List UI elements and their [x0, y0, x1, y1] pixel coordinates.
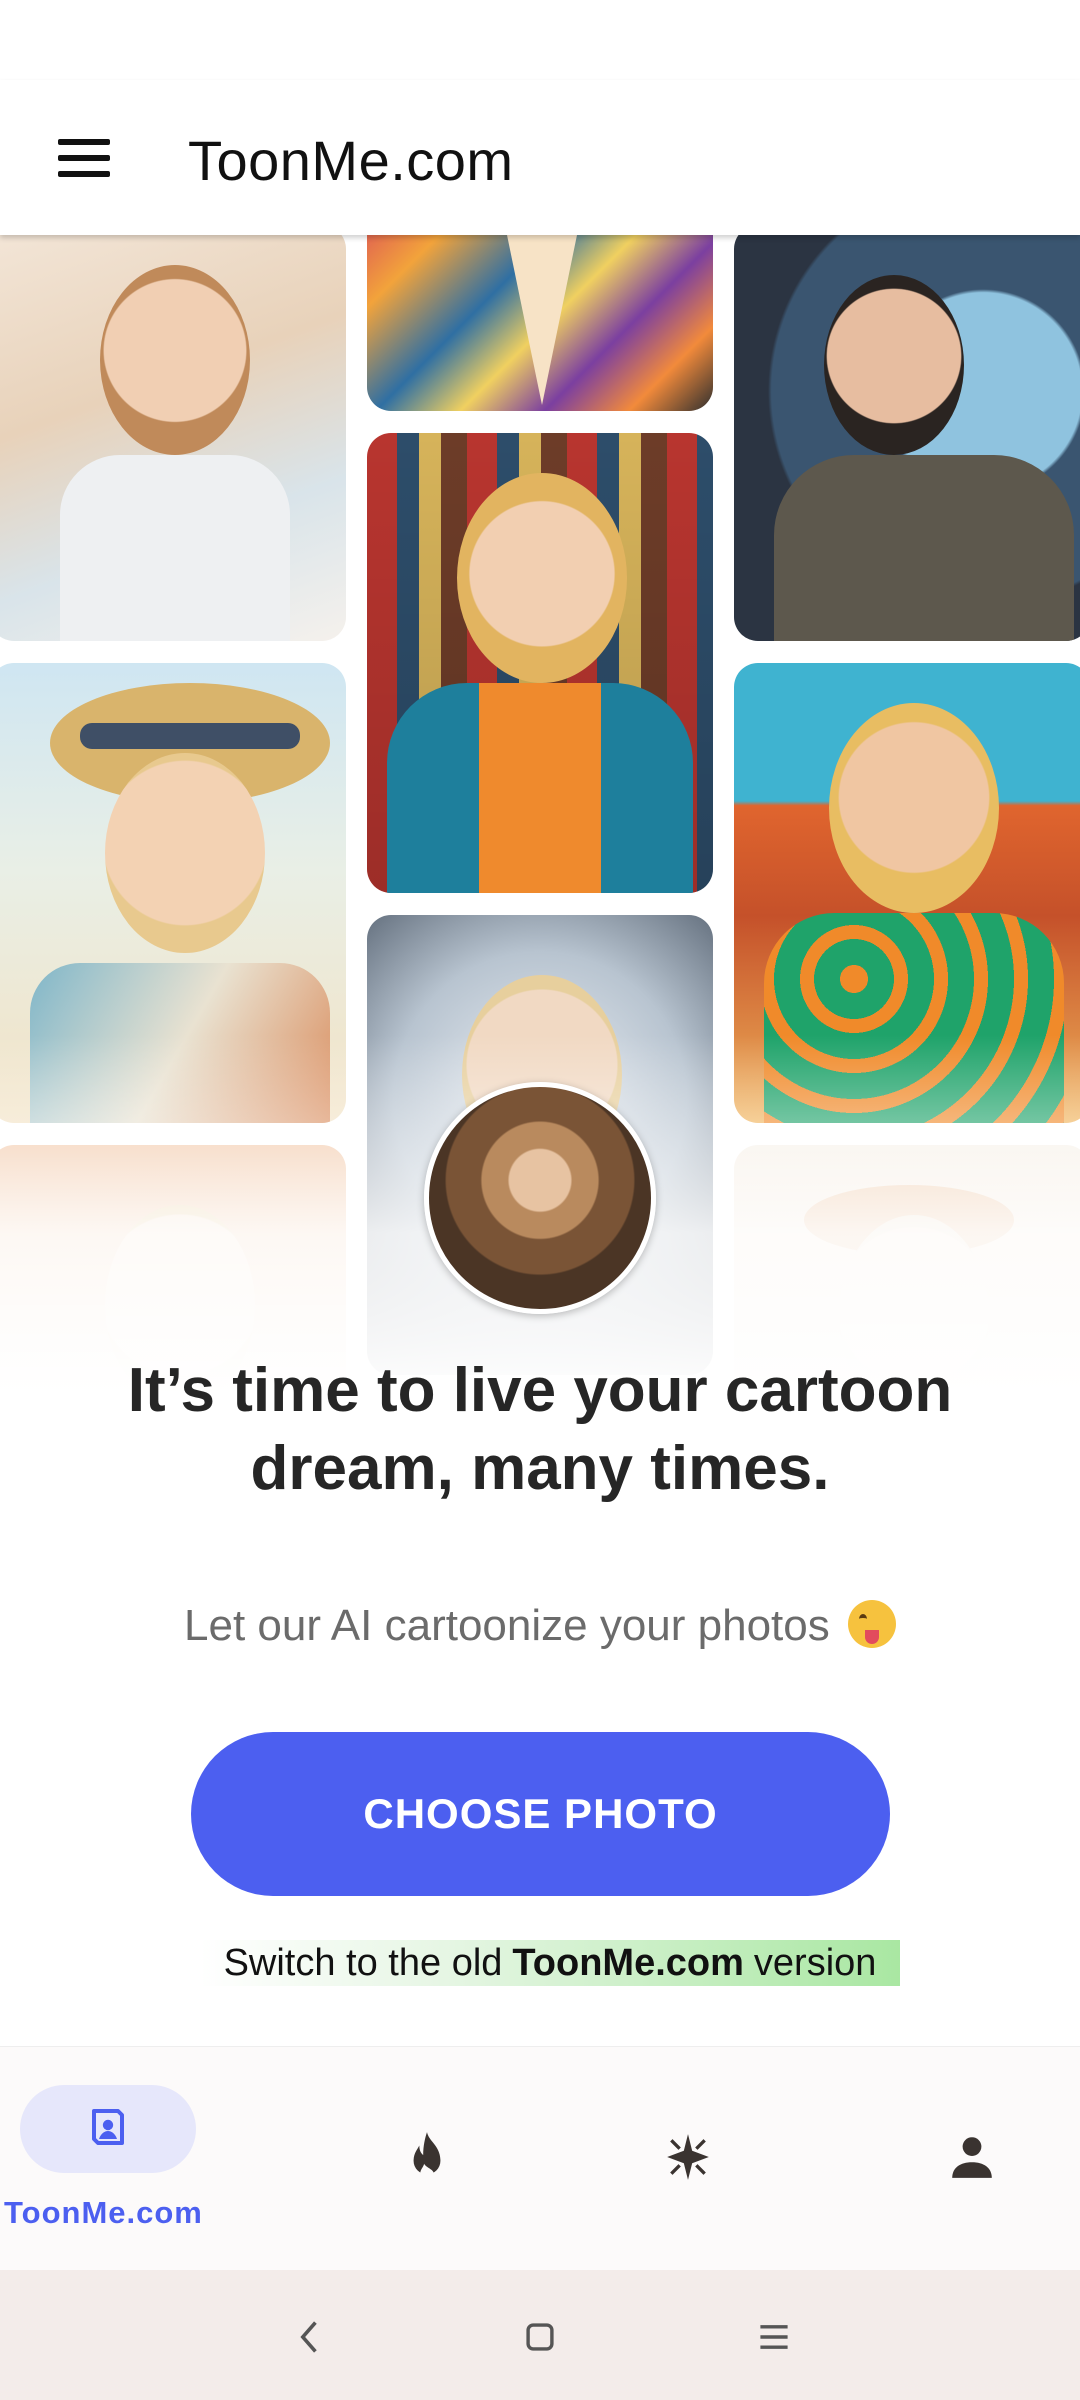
gallery-image-bookshelf-blonde	[367, 433, 713, 893]
gallery-image-moonlit-woman	[734, 235, 1080, 641]
switch-link-brand: ToonMe.com	[512, 1941, 744, 1984]
status-bar	[0, 0, 1080, 80]
gallery-image-stained-glass	[367, 235, 713, 411]
switch-to-old-version-link[interactable]: Switch to the old ToonMe.com version	[200, 1940, 900, 1986]
system-nav-bar	[0, 2270, 1080, 2400]
app-title: ToonMe.com	[188, 129, 514, 192]
portrait-frame-icon	[92, 2109, 124, 2145]
nav-label-toonme: ToonMe.com	[4, 2195, 203, 2230]
nav-item-toonme[interactable]: ToonMe.com	[0, 2047, 270, 2271]
choose-photo-button[interactable]: CHOOSE PHOTO	[191, 1732, 890, 1896]
bottom-nav: ToonMe.com	[0, 2046, 1080, 2270]
user-photo-avatar	[424, 1082, 656, 1314]
hero-headline: It’s time to live your cartoon dream, ma…	[60, 1352, 1020, 1508]
gallery-image-watercolor-woman	[0, 235, 346, 641]
headline-line-2: dream, many times.	[250, 1434, 830, 1503]
flame-icon	[413, 2132, 441, 2180]
app-bar: ToonMe.com	[0, 80, 1080, 235]
menu-lines-icon[interactable]	[744, 2312, 804, 2362]
sparkle-icon	[667, 2134, 709, 2180]
nav-item-profile[interactable]	[810, 2047, 1080, 2271]
switch-link-suffix: version	[753, 1941, 877, 1984]
switch-link-prefix: Switch to the old	[223, 1941, 503, 1984]
subtitle-text: Let our AI cartoonize your photos	[184, 1601, 830, 1650]
nav-item-effects[interactable]	[540, 2047, 810, 2271]
nav-item-trending[interactable]	[270, 2047, 540, 2271]
back-chevron-icon[interactable]	[280, 2312, 340, 2362]
headline-line-1: It’s time to live your cartoon	[127, 1356, 953, 1425]
tongue-wink-emoji-icon	[847, 1600, 896, 1648]
nav-active-pill	[20, 2085, 196, 2173]
person-icon	[952, 2137, 992, 2178]
hero-subtitle: Let our AI cartoonize your photos	[60, 1600, 1020, 1651]
hamburger-menu-icon[interactable]	[42, 126, 122, 190]
home-square-icon[interactable]	[510, 2312, 570, 2362]
